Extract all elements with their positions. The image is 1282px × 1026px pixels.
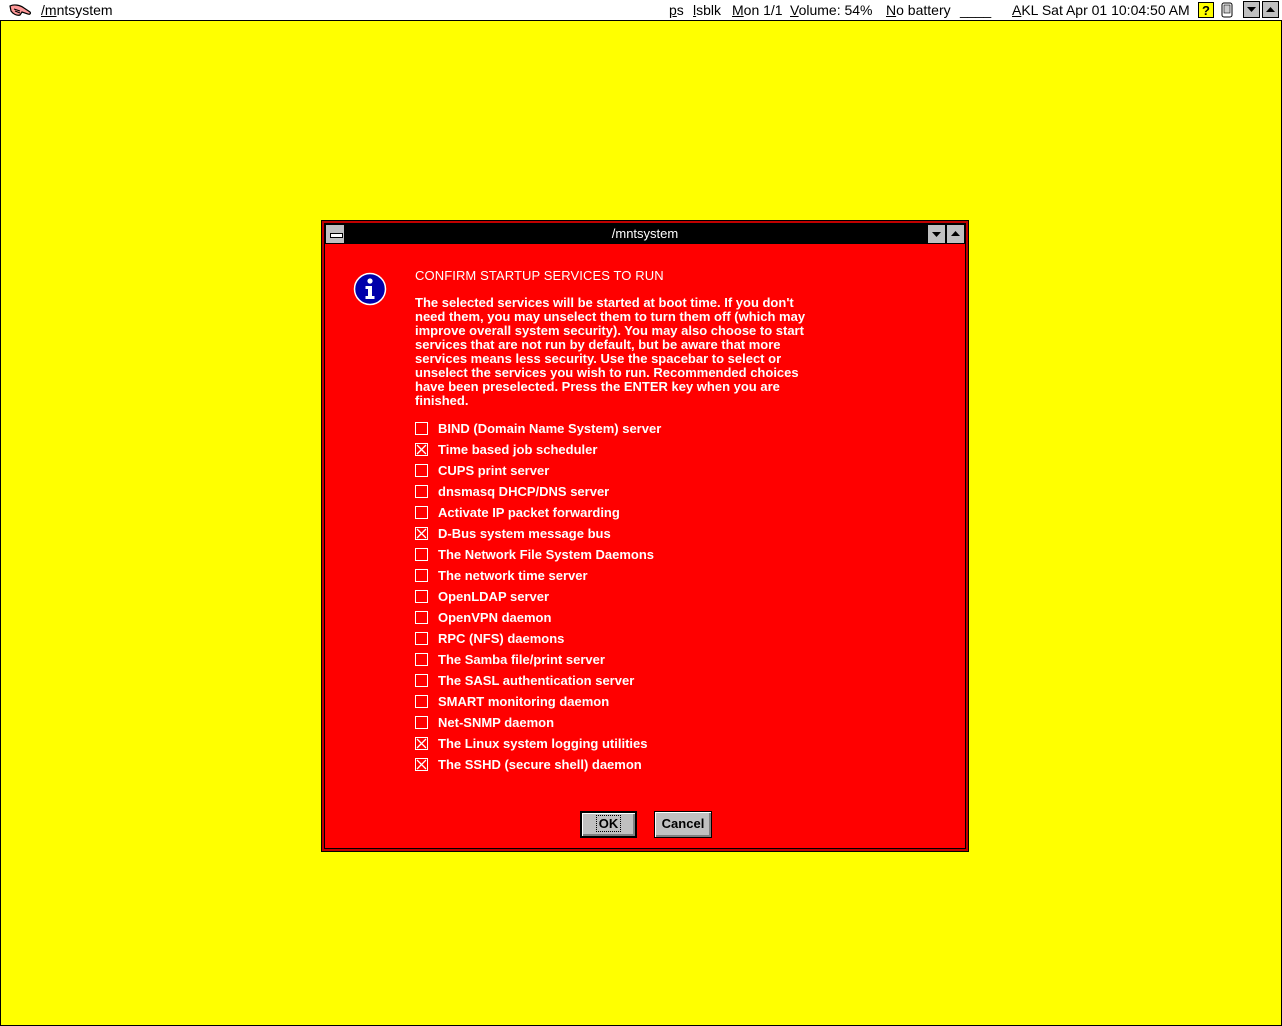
description-line: need them, you may unselect them to turn… [415,309,806,324]
clock[interactable]: AKL Sat Apr 01 10:04:50 AM [1012,2,1190,18]
service-checkbox[interactable] [415,716,428,729]
dialog-heading: CONFIRM STARTUP SERVICES TO RUN [415,268,664,283]
description-line: services that are not run by default, bu… [415,337,781,352]
minimize-icon[interactable] [927,224,946,244]
service-label: The network time server [438,568,588,583]
dialog-body: /mntsystem CONFIRM STARTUP SERVICES TO R… [324,223,966,849]
service-checkbox[interactable] [415,464,428,477]
battery-indicator[interactable]: No battery [886,2,951,18]
service-checkbox[interactable] [415,653,428,666]
hand-icon[interactable] [8,2,32,18]
service-label: The Linux system logging utilities [438,736,648,751]
service-label: SMART monitoring daemon [438,694,610,709]
dialog-window: /mntsystem CONFIRM STARTUP SERVICES TO R… [321,220,969,852]
dialog-titlebar[interactable]: /mntsystem [325,224,965,244]
description-line: The selected services will be started at… [415,295,794,310]
service-checkbox[interactable] [415,695,428,708]
service-label: The Samba file/print server [438,652,605,667]
service-label: D-Bus system message bus [438,526,611,541]
service-checkbox[interactable] [415,485,428,498]
service-label: The SASL authentication server [438,673,635,688]
window-title: /mntsystem [41,2,113,18]
ps-button[interactable]: ps [669,2,684,18]
lsblk-button[interactable]: lsblk [693,2,721,18]
help-icon[interactable]: ? [1198,2,1214,18]
service-label: Time based job scheduler [438,442,598,457]
description-line: services means less security. Use the sp… [415,351,782,366]
service-checkbox[interactable] [415,611,428,624]
service-checkbox[interactable] [415,737,428,750]
svg-text:?: ? [1202,3,1210,18]
service-checkbox[interactable] [415,443,428,456]
system-menu-icon[interactable] [325,224,345,244]
volume-indicator[interactable]: Volume: 54% [790,2,873,18]
description-line: unselect the services you wish to run. R… [415,365,799,380]
service-label: Net-SNMP daemon [438,715,555,730]
service-checkbox[interactable] [415,632,428,645]
maximize-icon[interactable] [946,224,965,244]
description-line: have been preselected. Press the ENTER k… [415,379,780,394]
service-checkbox[interactable] [415,506,428,519]
service-label: CUPS print server [438,463,550,478]
dialog-description: The selected services will be started at… [415,296,845,408]
minimize-icon[interactable] [1262,1,1279,18]
service-checkbox[interactable] [415,569,428,582]
service-label: The Network File System Daemons [438,547,655,562]
service-checkbox[interactable] [415,674,428,687]
cancel-button[interactable]: Cancel [654,811,712,838]
service-checkbox[interactable] [415,548,428,561]
service-label: Activate IP packet forwarding [438,505,620,520]
service-checkbox[interactable] [415,590,428,603]
service-checkbox[interactable] [415,527,428,540]
info-icon [353,272,387,306]
service-label: dnsmasq DHCP/DNS server [438,484,610,499]
description-line: finished. [415,393,469,408]
service-label: OpenVPN daemon [438,610,552,625]
service-label: BIND (Domain Name System) server [438,421,662,436]
service-label: The SSHD (secure shell) daemon [438,757,642,772]
blank-indicator: ____ [960,2,992,18]
device-icon[interactable] [1220,2,1234,18]
service-label: RPC (NFS) daemons [438,631,565,646]
description-line: improve overall system security). You ma… [415,323,804,338]
workspace-indicator[interactable]: Mon 1/1 [732,2,783,18]
service-checkbox[interactable] [415,422,428,435]
top-panel: /mntsystem ps lsblk Mon 1/1 Volume: 54% … [0,0,1282,21]
service-checkbox[interactable] [415,758,428,771]
chevron-down-icon[interactable] [1243,1,1260,18]
service-label: OpenLDAP server [438,589,550,604]
dialog-title: /mntsystem [611,226,679,241]
ok-button[interactable]: OK [580,811,637,838]
ok-button-label: OK [595,815,622,832]
